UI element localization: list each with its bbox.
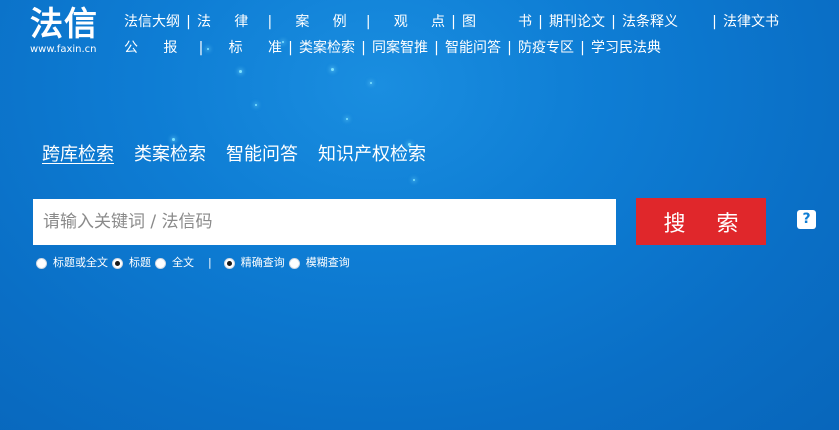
sparkle-decoration — [172, 138, 175, 141]
logo-url: www.faxin.cn — [30, 44, 97, 55]
sparkle-decoration — [331, 68, 334, 71]
radio-icon[interactable] — [288, 257, 300, 269]
nav-row-1: 法信大纲 | 法律 | 案例 | 观点 | 图书 | 期刊论文 | 法条释义 | 法律文… — [124, 9, 804, 35]
option-exact-query[interactable]: 精确查询 — [223, 255, 285, 271]
sparkle-decoration — [346, 118, 348, 120]
sparkle-decoration — [255, 104, 257, 106]
nav-link-books[interactable]: 图书 — [462, 9, 532, 35]
option-label: 全文 — [172, 256, 194, 269]
radio-icon[interactable] — [36, 257, 47, 269]
nav-separator: | — [538, 14, 543, 30]
option-label: 模糊查询 — [305, 256, 350, 269]
nav-link-same-case-push[interactable]: 同案智推 — [372, 35, 428, 61]
tab-smart-qa[interactable]: 智能问答 — [226, 142, 298, 168]
nav-separator: | — [712, 14, 717, 30]
nav-link-journals[interactable]: 期刊论文 — [549, 9, 605, 35]
radio-icon[interactable] — [155, 257, 166, 269]
tab-ip-search[interactable]: 知识产权检索 — [318, 142, 426, 168]
logo-mark: 法信 — [30, 4, 98, 43]
nav-link-case-opinion[interactable]: 法律 | 案例 | 观点 — [197, 9, 445, 35]
option-title-or-fulltext[interactable]: 标题或全文 — [36, 255, 108, 271]
radio-checked-icon[interactable] — [112, 257, 123, 269]
help-icon[interactable]: ? — [797, 210, 816, 229]
nav-separator: | — [186, 14, 191, 30]
site-logo[interactable]: 法信 www.faxin.cn — [30, 5, 116, 56]
nav-link-similar-case-search[interactable]: 类案检索 — [299, 35, 355, 61]
option-title[interactable]: 标题 — [112, 255, 151, 271]
nav-separator: | — [361, 40, 366, 56]
nav-link-gazette-standards[interactable]: 公报 | 标准 — [124, 35, 282, 61]
nav-link-legal-documents[interactable]: 法律文书 — [723, 9, 779, 35]
option-fulltext[interactable]: 全文 — [155, 255, 194, 271]
option-fuzzy-query[interactable]: 模糊查询 — [288, 255, 350, 271]
search-tabs: 跨库检索 类案检索 智能问答 知识产权检索 — [42, 142, 446, 168]
search-options: 标题或全文 标题 全文 | 精确查询 模糊查询 — [36, 255, 354, 271]
sparkle-decoration — [239, 70, 242, 73]
option-label: 标题或全文 — [53, 256, 108, 269]
nav-link-outline[interactable]: 法信大纲 — [124, 9, 180, 35]
option-label: 精确查询 — [240, 256, 285, 269]
nav-link-epidemic-zone[interactable]: 防疫专区 — [518, 35, 574, 61]
options-separator: | — [208, 256, 212, 269]
top-nav: 法信大纲 | 法律 | 案例 | 观点 | 图书 | 期刊论文 | 法条释义 | 法律文… — [124, 9, 804, 61]
nav-row-2: 公报 | 标准 | 类案检索 | 同案智推 | 智能问答 | 防疫专区 | 学习民法… — [124, 35, 804, 61]
tab-similar-case-search[interactable]: 类案检索 — [134, 142, 206, 168]
tab-cross-database-search[interactable]: 跨库检索 — [42, 142, 114, 168]
search-button[interactable]: 搜 索 — [636, 198, 766, 245]
nav-link-case-opinion-label: 法律 | 案例 | 观点 — [197, 14, 445, 30]
nav-separator: | — [611, 14, 616, 30]
sparkle-decoration — [413, 179, 415, 181]
nav-separator: | — [434, 40, 439, 56]
search-input[interactable] — [33, 199, 616, 245]
nav-separator: | — [451, 14, 456, 30]
nav-link-civil-code[interactable]: 学习民法典 — [591, 35, 661, 61]
nav-separator: | — [507, 40, 512, 56]
nav-separator: | — [288, 40, 293, 56]
option-label: 标题 — [129, 256, 151, 269]
nav-link-smart-qa[interactable]: 智能问答 — [445, 35, 501, 61]
nav-separator: | — [580, 40, 585, 56]
sparkle-decoration — [370, 82, 372, 84]
nav-link-statute-commentary[interactable]: 法条释义 — [622, 9, 706, 35]
radio-checked-icon[interactable] — [223, 257, 235, 269]
